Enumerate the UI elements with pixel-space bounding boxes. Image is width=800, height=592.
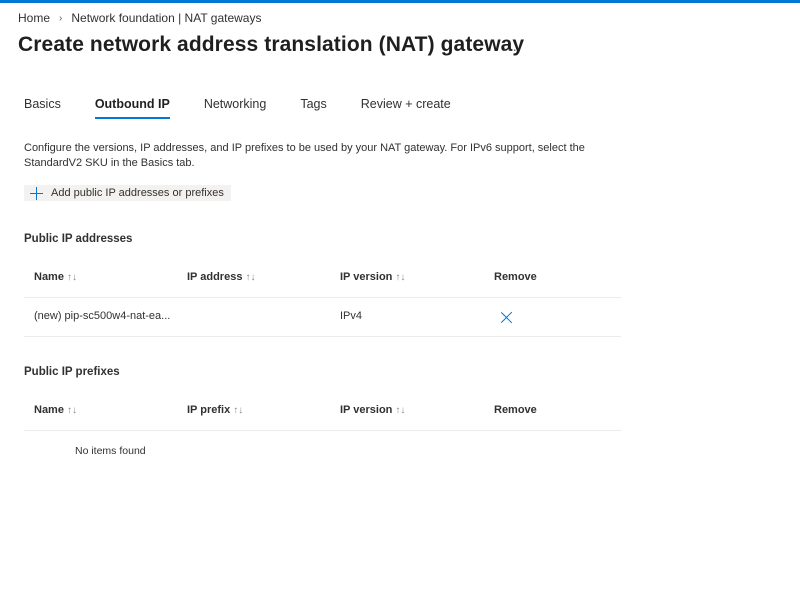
- column-header-name[interactable]: Name ↑↓: [34, 271, 77, 283]
- remove-close-icon[interactable]: [500, 311, 513, 324]
- sort-icon: ↑↓: [395, 405, 406, 416]
- plus-icon: [30, 186, 43, 200]
- sort-icon: ↑↓: [233, 405, 244, 416]
- column-header-remove: Remove: [494, 271, 537, 283]
- grid-header-row: Name ↑↓ IP prefix ↑↓ IP version ↑↓ Remove: [24, 392, 621, 431]
- public-ip-name-cell: (new) pip-sc500w4-nat-ea...: [34, 310, 171, 322]
- breadcrumb-chevron-icon: ›: [59, 12, 63, 24]
- column-header-ip-address[interactable]: IP address ↑↓: [187, 271, 255, 283]
- sort-icon: ↑↓: [245, 272, 256, 283]
- breadcrumb-home-link[interactable]: Home: [18, 11, 50, 25]
- sort-icon: ↑↓: [66, 405, 77, 416]
- add-public-ip-button[interactable]: Add public IP addresses or prefixes: [24, 185, 231, 201]
- public-ip-addresses-heading: Public IP addresses: [24, 233, 133, 245]
- public-ip-version-cell: IPv4: [340, 310, 363, 322]
- breadcrumb-nat-gateways-link[interactable]: Network foundation | NAT gateways: [71, 11, 261, 25]
- table-row: (new) pip-sc500w4-nat-ea... IPv4: [24, 298, 621, 337]
- tab-description: Configure the versions, IP addresses, an…: [24, 142, 585, 169]
- breadcrumb: Home › Network foundation | NAT gateways: [18, 11, 261, 25]
- page-title: Create network address translation (NAT)…: [18, 33, 525, 56]
- grid-header-row: Name ↑↓ IP address ↑↓ IP version ↑↓ Remove: [24, 259, 621, 298]
- public-ip-prefixes-grid: Name ↑↓ IP prefix ↑↓ IP version ↑↓ Remove: [24, 392, 621, 431]
- public-ip-addresses-grid: Name ↑↓ IP address ↑↓ IP version ↑↓ Remove …: [24, 259, 621, 337]
- column-header-ip-version[interactable]: IP version ↑↓: [340, 271, 405, 283]
- tab-networking[interactable]: Networking: [204, 97, 267, 119]
- column-header-name[interactable]: Name ↑↓: [34, 404, 77, 416]
- tab-outbound-ip[interactable]: Outbound IP: [94, 97, 170, 119]
- sort-icon: ↑↓: [66, 272, 77, 283]
- wizard-tabs: Basics Outbound IP Networking Tags Revie…: [24, 97, 485, 119]
- column-header-ip-prefix[interactable]: IP prefix ↑↓: [187, 404, 243, 416]
- portal-top-accent-bar: [0, 0, 800, 3]
- column-header-remove: Remove: [494, 404, 537, 416]
- sort-icon: ↑↓: [395, 272, 406, 283]
- column-header-ip-version[interactable]: IP version ↑↓: [340, 404, 405, 416]
- no-items-message: No items found: [75, 445, 146, 457]
- add-public-ip-button-label: Add public IP addresses or prefixes: [51, 187, 224, 199]
- public-ip-prefixes-heading: Public IP prefixes: [24, 366, 120, 378]
- more-options-icon[interactable]: ...: [503, 38, 518, 54]
- tab-basics[interactable]: Basics: [24, 97, 61, 119]
- tab-review-create[interactable]: Review + create: [361, 97, 451, 119]
- tab-tags[interactable]: Tags: [300, 97, 326, 119]
